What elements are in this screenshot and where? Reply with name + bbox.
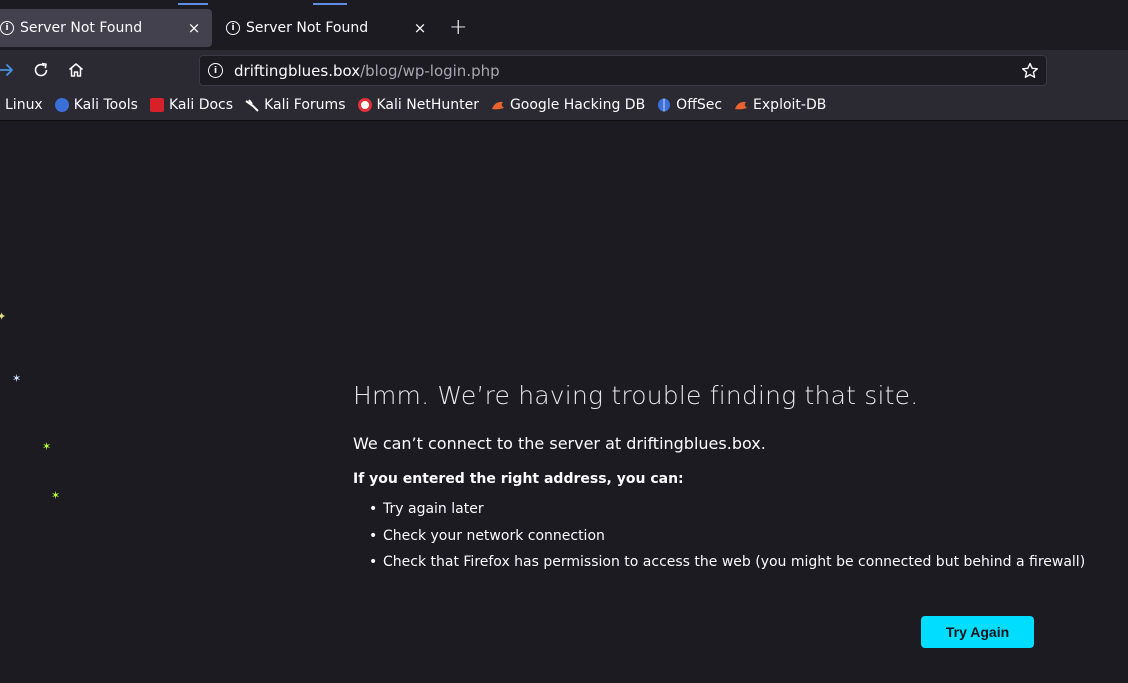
kali-docs-icon: [149, 98, 164, 112]
new-tab-button[interactable]: +: [449, 16, 467, 40]
error-container: Hmm. We’re having trouble finding that s…: [353, 381, 1085, 581]
window-top-edge: [0, 0, 1128, 6]
url-path: /blog/wp-login.php: [360, 62, 500, 80]
offsec-icon: [658, 98, 671, 112]
close-icon[interactable]: ×: [184, 19, 204, 37]
list-item: Try again later: [369, 501, 1053, 528]
close-icon[interactable]: ×: [410, 19, 430, 37]
bookmark-google-hacking-db[interactable]: Google Hacking DB: [491, 97, 645, 113]
tab-server-not-found-2[interactable]: i Server Not Found ×: [216, 9, 438, 47]
bookmark-star-icon[interactable]: [1020, 61, 1040, 81]
tab-label: Server Not Found: [246, 20, 369, 36]
bookmark-exploit-db[interactable]: Exploit-DB: [734, 97, 826, 113]
reload-icon: [34, 62, 48, 77]
bookmark-kali-docs[interactable]: Kali Docs: [149, 97, 234, 113]
sparkle-decoration: ✶: [12, 372, 22, 385]
reload-button[interactable]: [29, 58, 53, 82]
info-icon: i: [0, 21, 14, 35]
list-item: Check that Firefox has permission to acc…: [369, 554, 1085, 581]
bookmark-label: Kali Docs: [168, 97, 234, 113]
sparkle-decoration: ✶: [51, 489, 61, 502]
exploit-db-icon: [491, 101, 504, 110]
tab-label: Server Not Found: [20, 20, 143, 36]
forward-button[interactable]: [0, 58, 18, 82]
kali-forums-icon: [245, 99, 259, 112]
list-item: Check your network connection: [369, 528, 1053, 555]
bookmark-offsec[interactable]: OffSec: [657, 97, 722, 113]
site-info-icon[interactable]: i: [208, 63, 223, 78]
exploit-db-icon: [735, 101, 748, 110]
tab-indicator: [178, 3, 208, 5]
page-content: ✦ ✶ ✶ ✶ Hmm. We’re having trouble findin…: [0, 122, 1128, 683]
bookmark-kali-forums[interactable]: Kali Forums: [245, 97, 346, 113]
bookmark-kali-tools[interactable]: Kali Tools: [54, 97, 138, 113]
sparkle-decoration: ✶: [42, 440, 52, 453]
error-description: We can’t connect to the server at drifti…: [353, 434, 766, 453]
bookmarks-toolbar: Linux Kali Tools Kali Docs Kali Forums K…: [0, 90, 1128, 121]
bookmark-label: Google Hacking DB: [509, 97, 646, 113]
tab-indicator: [313, 3, 347, 5]
nav-bar: i driftingblues.box/blog/wp-login.php: [0, 50, 1128, 90]
bookmark-linux[interactable]: Linux: [5, 97, 43, 113]
bookmark-label: OffSec: [676, 97, 723, 113]
sparkle-decoration: ✦: [0, 310, 7, 323]
url-host: driftingblues.box: [234, 62, 361, 80]
tab-server-not-found-1[interactable]: i Server Not Found ×: [0, 9, 212, 47]
info-icon: i: [226, 21, 240, 35]
try-again-button[interactable]: Try Again: [921, 616, 1034, 648]
bookmark-label: Kali Tools: [73, 97, 138, 113]
tab-strip: i Server Not Found × i Server Not Found …: [0, 0, 1128, 50]
bookmark-label: Kali NetHunter: [376, 97, 479, 113]
address-bar[interactable]: i driftingblues.box/blog/wp-login.php: [199, 55, 1047, 86]
bookmark-label: Kali Forums: [264, 97, 346, 113]
forward-arrow-icon: [0, 64, 14, 76]
home-button[interactable]: [64, 58, 88, 82]
url-text[interactable]: driftingblues.box/blog/wp-login.php: [234, 62, 500, 80]
kali-tools-icon: [54, 98, 69, 112]
bookmark-label: Linux: [5, 97, 43, 113]
kali-nethunter-icon: [357, 98, 372, 112]
bookmark-label: Exploit-DB: [753, 97, 827, 113]
error-suggestions-heading: If you entered the right address, you ca…: [353, 471, 684, 487]
error-suggestions-list: Try again later Check your network conne…: [369, 501, 1085, 581]
error-title: Hmm. We’re having trouble finding that s…: [353, 381, 919, 410]
bookmark-kali-nethunter[interactable]: Kali NetHunter: [357, 97, 479, 113]
home-icon: [69, 63, 83, 77]
